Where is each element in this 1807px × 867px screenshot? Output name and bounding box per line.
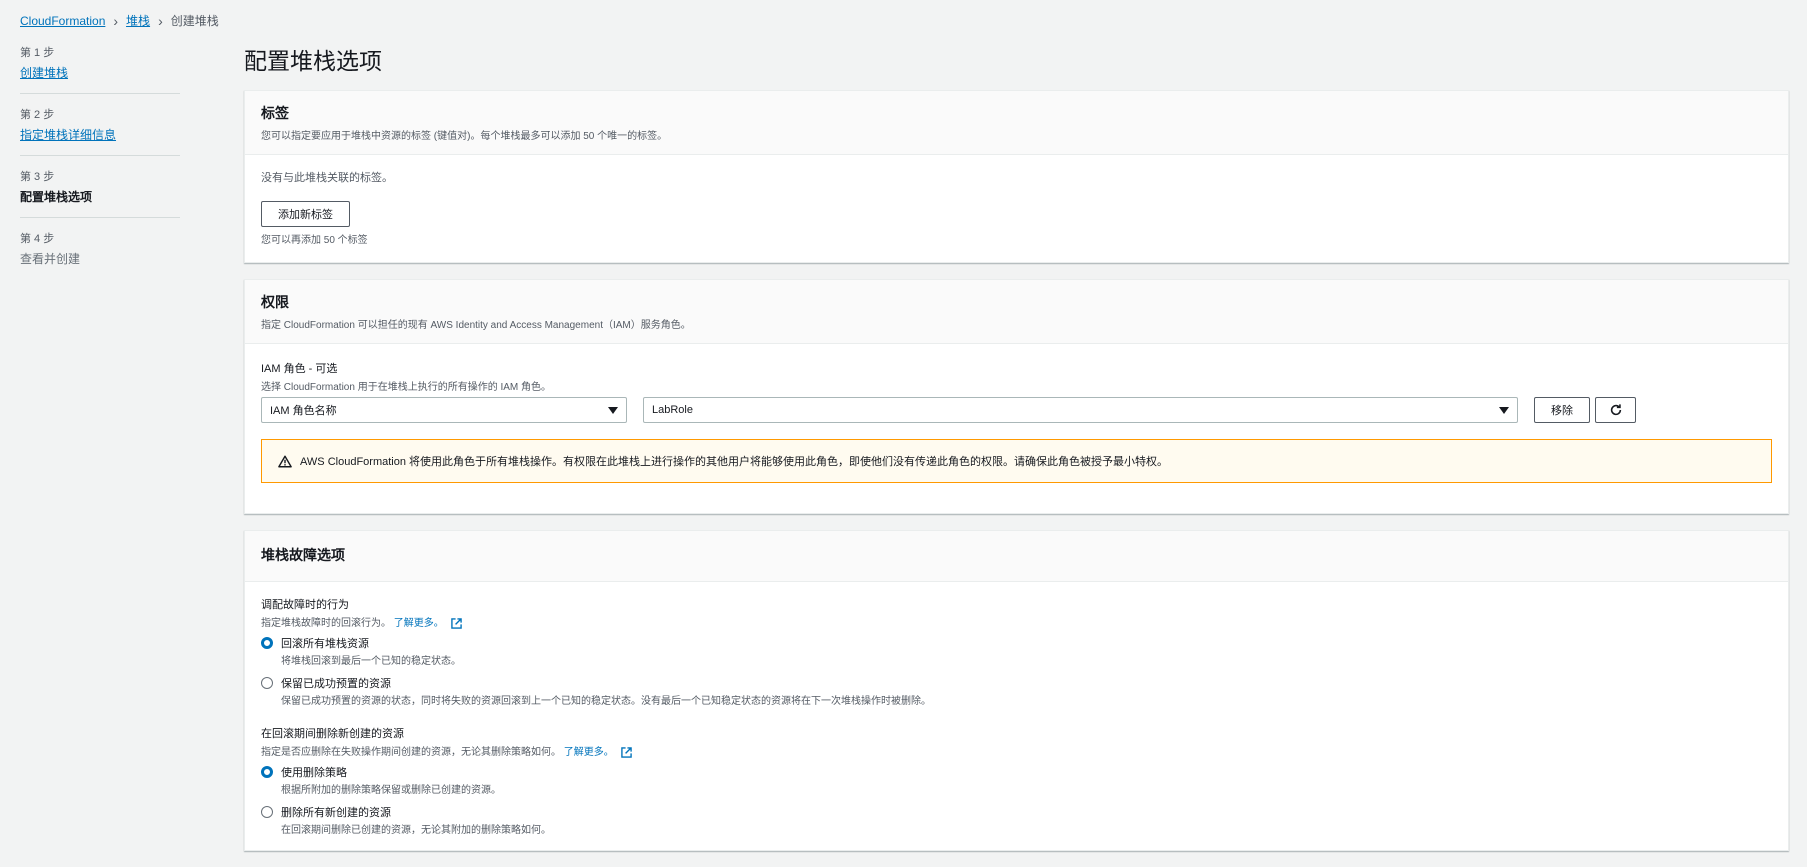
provision-failure-desc: 指定堆栈故障时的回滚行为。 xyxy=(261,618,391,629)
radio-label: 删除所有新创建的资源 xyxy=(281,807,391,819)
step-number: 第 1 步 xyxy=(20,47,55,59)
radio-option-delete-all[interactable]: 删除所有新创建的资源 在回滚期间删除已创建的资源，无论其附加的删除策略如何。 xyxy=(261,804,1772,836)
permissions-description: 指定 CloudFormation 可以担任的现有 AWS Identity a… xyxy=(261,320,691,331)
add-tag-button[interactable]: 添加新标签 xyxy=(261,201,350,227)
radio-label: 回滚所有堆栈资源 xyxy=(281,638,369,650)
radio-button[interactable] xyxy=(261,806,273,818)
warning-icon xyxy=(278,455,292,467)
radio-option-preserve[interactable]: 保留已成功预置的资源 保留已成功预置的资源的状态，同时将失败的资源回滚到上一个已… xyxy=(261,675,1772,707)
step-2: 第 2 步 指定堆栈详细信息 xyxy=(20,106,180,156)
remove-role-button[interactable]: 移除 xyxy=(1534,397,1590,423)
tags-title: 标签 xyxy=(261,105,289,121)
chevron-right-icon: › xyxy=(158,12,163,29)
iam-role-type-value: IAM 角色名称 xyxy=(270,405,337,417)
delete-resources-title: 在回滚期间删除新创建的资源 xyxy=(261,728,404,740)
step-3: 第 3 步 配置堆栈选项 xyxy=(20,168,180,218)
caret-down-icon xyxy=(608,406,618,414)
permissions-header: 权限 指定 CloudFormation 可以担任的现有 AWS Identit… xyxy=(245,280,1788,344)
role-warning-text: AWS CloudFormation 将使用此角色于所有堆栈操作。有权限在此堆栈… xyxy=(300,456,1169,468)
tags-body: 没有与此堆栈关联的标签。 添加新标签 您可以再添加 50 个标签 xyxy=(245,155,1788,262)
learn-more-link[interactable]: 了解更多。 xyxy=(564,747,614,758)
radio-desc: 将堆栈回滚到最后一个已知的稳定状态。 xyxy=(281,656,461,667)
breadcrumb-cloudformation[interactable]: CloudFormation xyxy=(20,14,105,28)
failure-options-panel: 堆栈故障选项 调配故障时的行为 指定堆栈故障时的回滚行为。 了解更多。 回滚所有… xyxy=(244,530,1789,851)
permissions-panel: 权限 指定 CloudFormation 可以担任的现有 AWS Identit… xyxy=(244,279,1789,514)
step-label-review: 查看并创建 xyxy=(20,252,81,266)
tags-hint: 您可以再添加 50 个标签 xyxy=(261,235,368,246)
step-link-create-stack[interactable]: 创建堆栈 xyxy=(20,66,68,80)
radio-button[interactable] xyxy=(261,766,273,778)
refresh-button[interactable] xyxy=(1595,397,1636,423)
breadcrumb-stacks[interactable]: 堆栈 xyxy=(126,12,150,29)
learn-more-link[interactable]: 了解更多。 xyxy=(394,618,444,629)
main-content: 配置堆栈选项 标签 您可以指定要应用于堆栈中资源的标签 (键值对)。每个堆栈最多… xyxy=(244,42,1789,867)
step-number: 第 3 步 xyxy=(20,171,55,183)
wizard-steps: 第 1 步 创建堆栈 第 2 步 指定堆栈详细信息 第 3 步 配置堆栈选项 第… xyxy=(20,44,180,291)
iam-role-value: LabRole xyxy=(652,404,693,416)
provision-failure-desc-row: 指定堆栈故障时的回滚行为。 了解更多。 xyxy=(261,614,1772,629)
iam-role-type-select[interactable]: IAM 角色名称 xyxy=(261,397,627,423)
chevron-right-icon: › xyxy=(113,12,119,29)
iam-role-select[interactable]: LabRole xyxy=(643,397,1518,423)
role-warning-alert: AWS CloudFormation 将使用此角色于所有堆栈操作。有权限在此堆栈… xyxy=(261,439,1772,483)
breadcrumb-current: 创建堆栈 xyxy=(170,14,219,28)
tags-panel: 标签 您可以指定要应用于堆栈中资源的标签 (键值对)。每个堆栈最多可以添加 50… xyxy=(244,90,1789,263)
delete-resources-desc-row: 指定是否应删除在失败操作期间创建的资源，无论其删除策略如何。 了解更多。 xyxy=(261,743,1772,758)
step-4: 第 4 步 查看并创建 xyxy=(20,230,180,279)
iam-role-description: 选择 CloudFormation 用于在堆栈上执行的所有操作的 IAM 角色。 xyxy=(261,382,552,393)
radio-option-rollback-all[interactable]: 回滚所有堆栈资源 将堆栈回滚到最后一个已知的稳定状态。 xyxy=(261,635,1772,667)
permissions-body: IAM 角色 - 可选 选择 CloudFormation 用于在堆栈上执行的所… xyxy=(245,344,1788,513)
radio-label: 使用删除策略 xyxy=(281,767,347,779)
step-number: 第 4 步 xyxy=(20,233,55,245)
tags-empty-text: 没有与此堆栈关联的标签。 xyxy=(261,172,393,184)
failure-header: 堆栈故障选项 xyxy=(245,531,1788,582)
radio-button[interactable] xyxy=(261,677,273,689)
failure-body: 调配故障时的行为 指定堆栈故障时的回滚行为。 了解更多。 回滚所有堆栈资源 将堆… xyxy=(245,582,1788,850)
page-title: 配置堆栈选项 xyxy=(244,48,382,74)
radio-desc: 保留已成功预置的资源的状态，同时将失败的资源回滚到上一个已知的稳定状态。没有最后… xyxy=(281,696,931,707)
external-link-icon[interactable] xyxy=(450,618,462,629)
radio-desc: 根据所附加的删除策略保留或删除已创建的资源。 xyxy=(281,785,501,796)
radio-option-use-deletion-policy[interactable]: 使用删除策略 根据所附加的删除策略保留或删除已创建的资源。 xyxy=(261,764,1772,796)
radio-desc: 在回滚期间删除已创建的资源，无论其附加的删除策略如何。 xyxy=(281,825,551,836)
step-1: 第 1 步 创建堆栈 xyxy=(20,44,180,94)
tags-description: 您可以指定要应用于堆栈中资源的标签 (键值对)。每个堆栈最多可以添加 50 个唯… xyxy=(261,131,668,142)
breadcrumb: CloudFormation › 堆栈 › 创建堆栈 xyxy=(20,12,219,29)
external-link-icon[interactable] xyxy=(620,747,632,758)
failure-title: 堆栈故障选项 xyxy=(261,547,345,563)
step-link-stack-details[interactable]: 指定堆栈详细信息 xyxy=(20,128,116,142)
delete-resources-desc: 指定是否应删除在失败操作期间创建的资源，无论其删除策略如何。 xyxy=(261,747,561,758)
step-number: 第 2 步 xyxy=(20,109,55,121)
radio-label: 保留已成功预置的资源 xyxy=(281,678,391,690)
caret-down-icon xyxy=(1499,406,1509,414)
refresh-icon xyxy=(1610,404,1621,416)
permissions-title: 权限 xyxy=(261,294,289,310)
tags-header: 标签 您可以指定要应用于堆栈中资源的标签 (键值对)。每个堆栈最多可以添加 50… xyxy=(245,91,1788,155)
provision-failure-title: 调配故障时的行为 xyxy=(261,599,349,611)
step-current-label: 配置堆栈选项 xyxy=(20,190,93,204)
iam-role-label: IAM 角色 - 可选 xyxy=(261,363,338,375)
radio-button[interactable] xyxy=(261,637,273,649)
